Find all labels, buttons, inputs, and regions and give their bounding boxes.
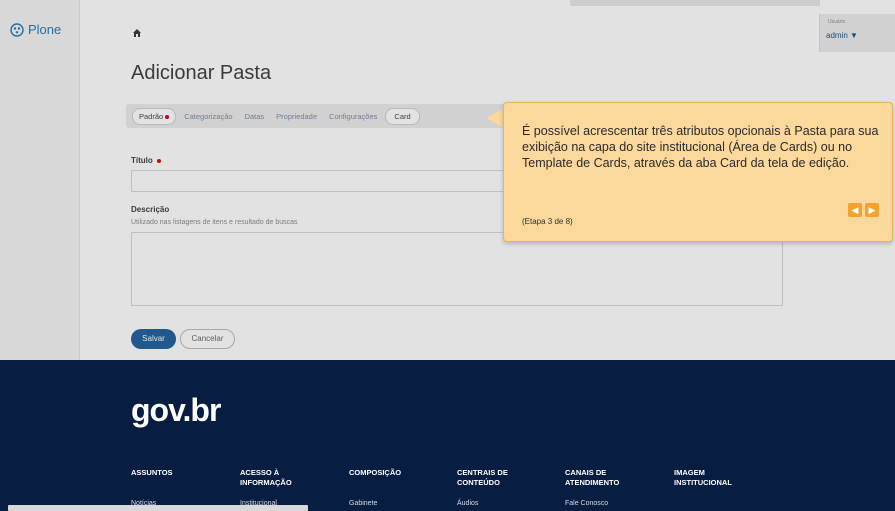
next-step-button[interactable]: ▶ (865, 203, 879, 217)
description-textarea[interactable] (131, 232, 783, 306)
footer-col-assuntos[interactable]: ASSUNTOS (131, 468, 173, 478)
plone-logo[interactable]: Plone (10, 22, 61, 37)
form-tabs: Padrão Categorização Datas Propriedade C… (126, 104, 511, 128)
tab-datas[interactable]: Datas (241, 108, 269, 125)
govbr-logo[interactable]: gov.br (131, 392, 221, 429)
tab-categorizacao[interactable]: Categorização (180, 108, 236, 125)
page-title: Adicionar Pasta (131, 62, 272, 84)
status-bar (8, 505, 308, 511)
top-header: Usuário admin ▼ (80, 0, 895, 52)
tooltip-text: É possível acrescentar três atributos op… (522, 124, 879, 170)
footer-col-centrais[interactable]: CENTRAIS DE CONTEÚDO (457, 468, 527, 488)
description-help: Utilizado nas listagens de itens e resul… (131, 219, 298, 226)
plone-icon (10, 22, 24, 37)
footer (0, 360, 895, 511)
tab-configuracoes[interactable]: Configurações (325, 108, 381, 125)
footer-col-acesso[interactable]: ACESSO À INFORMAÇÃO (240, 468, 310, 488)
footer-col-composicao[interactable]: COMPOSIÇÃO (349, 468, 401, 478)
chevron-left-icon: ◀ (851, 205, 859, 215)
footer-col-imagem[interactable]: IMAGEM INSTITUCIONAL (674, 468, 754, 488)
tooltip-step: (Etapa 3 de 8) (522, 217, 573, 226)
footer-link-gabinete[interactable]: Gabinete (349, 500, 377, 507)
tab-padrao[interactable]: Padrão (132, 107, 177, 125)
save-button[interactable]: Salvar (131, 329, 176, 349)
tooltip-arrow (486, 108, 504, 128)
title-label-text: Título (131, 156, 153, 165)
title-input[interactable] (131, 170, 511, 192)
top-header-strip (570, 0, 820, 6)
user-menu-name: admin ▼ (826, 31, 858, 40)
footer-link-audios[interactable]: Áudios (457, 500, 478, 507)
cancel-button[interactable]: Cancelar (180, 329, 235, 349)
required-dot-icon (157, 158, 162, 163)
footer-col-canais[interactable]: CANAIS DE ATENDIMENTO (565, 468, 640, 488)
previous-step-button[interactable]: ◀ (848, 203, 862, 217)
description-label: Descrição (131, 205, 170, 214)
plone-label: Plone (28, 22, 62, 37)
home-icon[interactable] (132, 28, 142, 38)
required-dot-icon (165, 114, 170, 119)
tour-tooltip: É possível acrescentar três atributos op… (503, 102, 893, 242)
tab-propriedade[interactable]: Propriedade (272, 108, 321, 125)
user-menu-label: Usuário (828, 19, 846, 25)
footer-link-fale-conosco[interactable]: Fale Conosco (565, 500, 608, 507)
chevron-right-icon: ▶ (868, 205, 876, 215)
tab-card[interactable]: Card (385, 107, 420, 125)
user-menu[interactable]: Usuário admin ▼ (819, 14, 895, 52)
title-label: Título (131, 156, 162, 165)
tab-padrao-label: Padrão (139, 111, 164, 121)
